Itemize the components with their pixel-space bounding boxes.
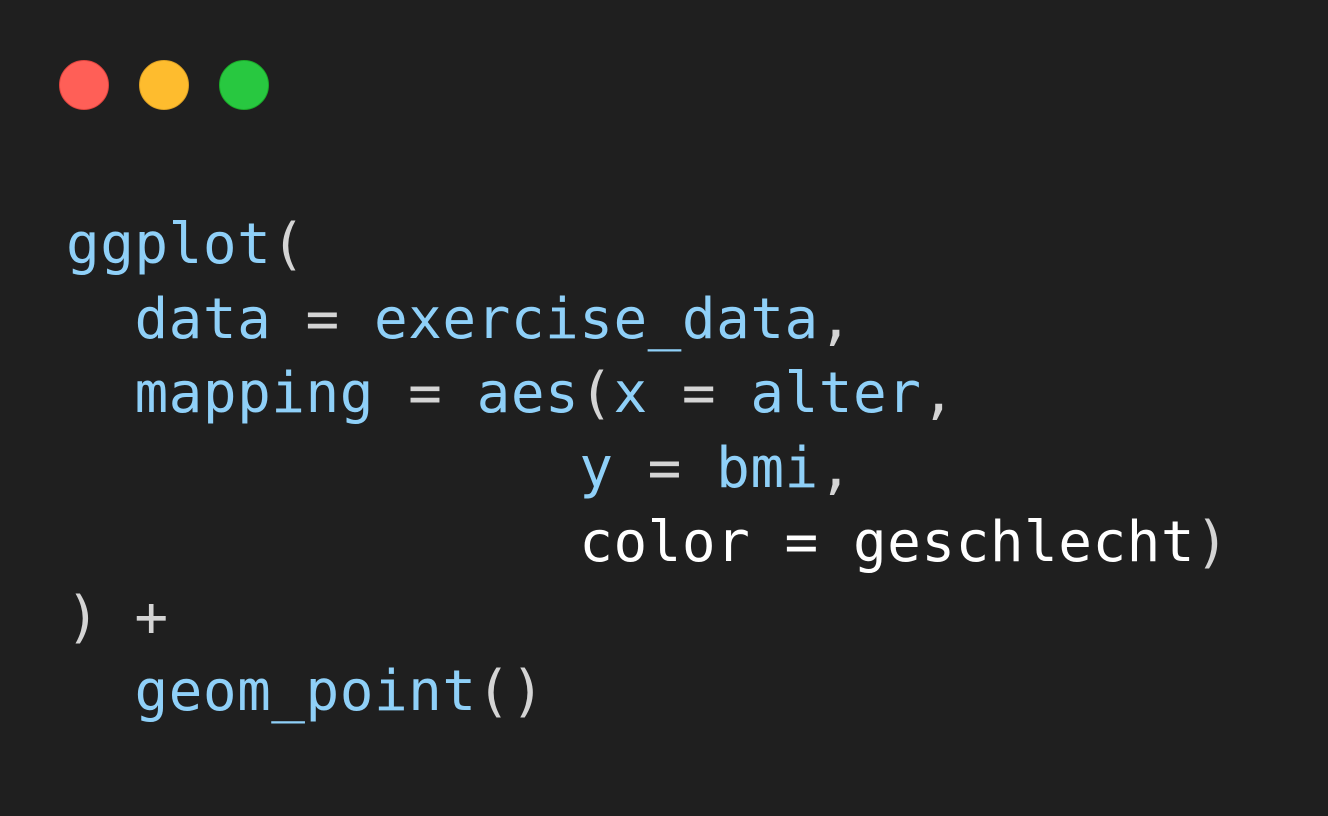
assign-operator: = (271, 286, 374, 352)
parens: () (476, 659, 546, 724)
function-name: ggplot (66, 212, 272, 277)
comma: , (818, 286, 853, 352)
code-window: ggplot( data = exercise_data, mapping = … (0, 0, 1328, 816)
argument-name: y (579, 435, 614, 501)
assign-operator: = (613, 435, 717, 501)
open-paren: ( (579, 361, 614, 426)
argument-name: data (134, 286, 272, 352)
code-line-7: geom_point() (66, 655, 1229, 730)
argument-name: mapping (134, 361, 374, 426)
argument-value: bmi (716, 435, 819, 501)
close-paren: ) (66, 584, 101, 650)
color-mapping: color = geschlecht (579, 510, 1196, 575)
comma: , (818, 435, 853, 501)
plus-operator: + (100, 584, 169, 650)
code-block: ggplot( data = exercise_data, mapping = … (66, 208, 1229, 730)
function-name: aes (476, 361, 580, 426)
assign-operator: = (373, 361, 477, 426)
code-line-1: ggplot( (66, 208, 1229, 283)
function-name: geom_point (134, 659, 477, 724)
argument-value: exercise_data (373, 286, 819, 352)
code-line-2: data = exercise_data, (66, 283, 1229, 358)
close-paren: ) (1195, 510, 1230, 575)
argument-value: alter (750, 361, 922, 426)
maximize-button[interactable] (219, 60, 269, 110)
code-line-3: mapping = aes(x = alter, (66, 357, 1229, 432)
code-line-4: y = bmi, (66, 432, 1229, 507)
argument-name: x (613, 361, 648, 426)
assign-operator: = (647, 361, 751, 426)
window-controls (59, 60, 269, 110)
code-line-5: color = geschlecht) (66, 506, 1229, 581)
minimize-button[interactable] (139, 60, 189, 110)
open-paren: ( (271, 212, 306, 277)
code-line-6: ) + (66, 581, 1229, 656)
close-button[interactable] (59, 60, 109, 110)
comma: , (921, 361, 956, 426)
